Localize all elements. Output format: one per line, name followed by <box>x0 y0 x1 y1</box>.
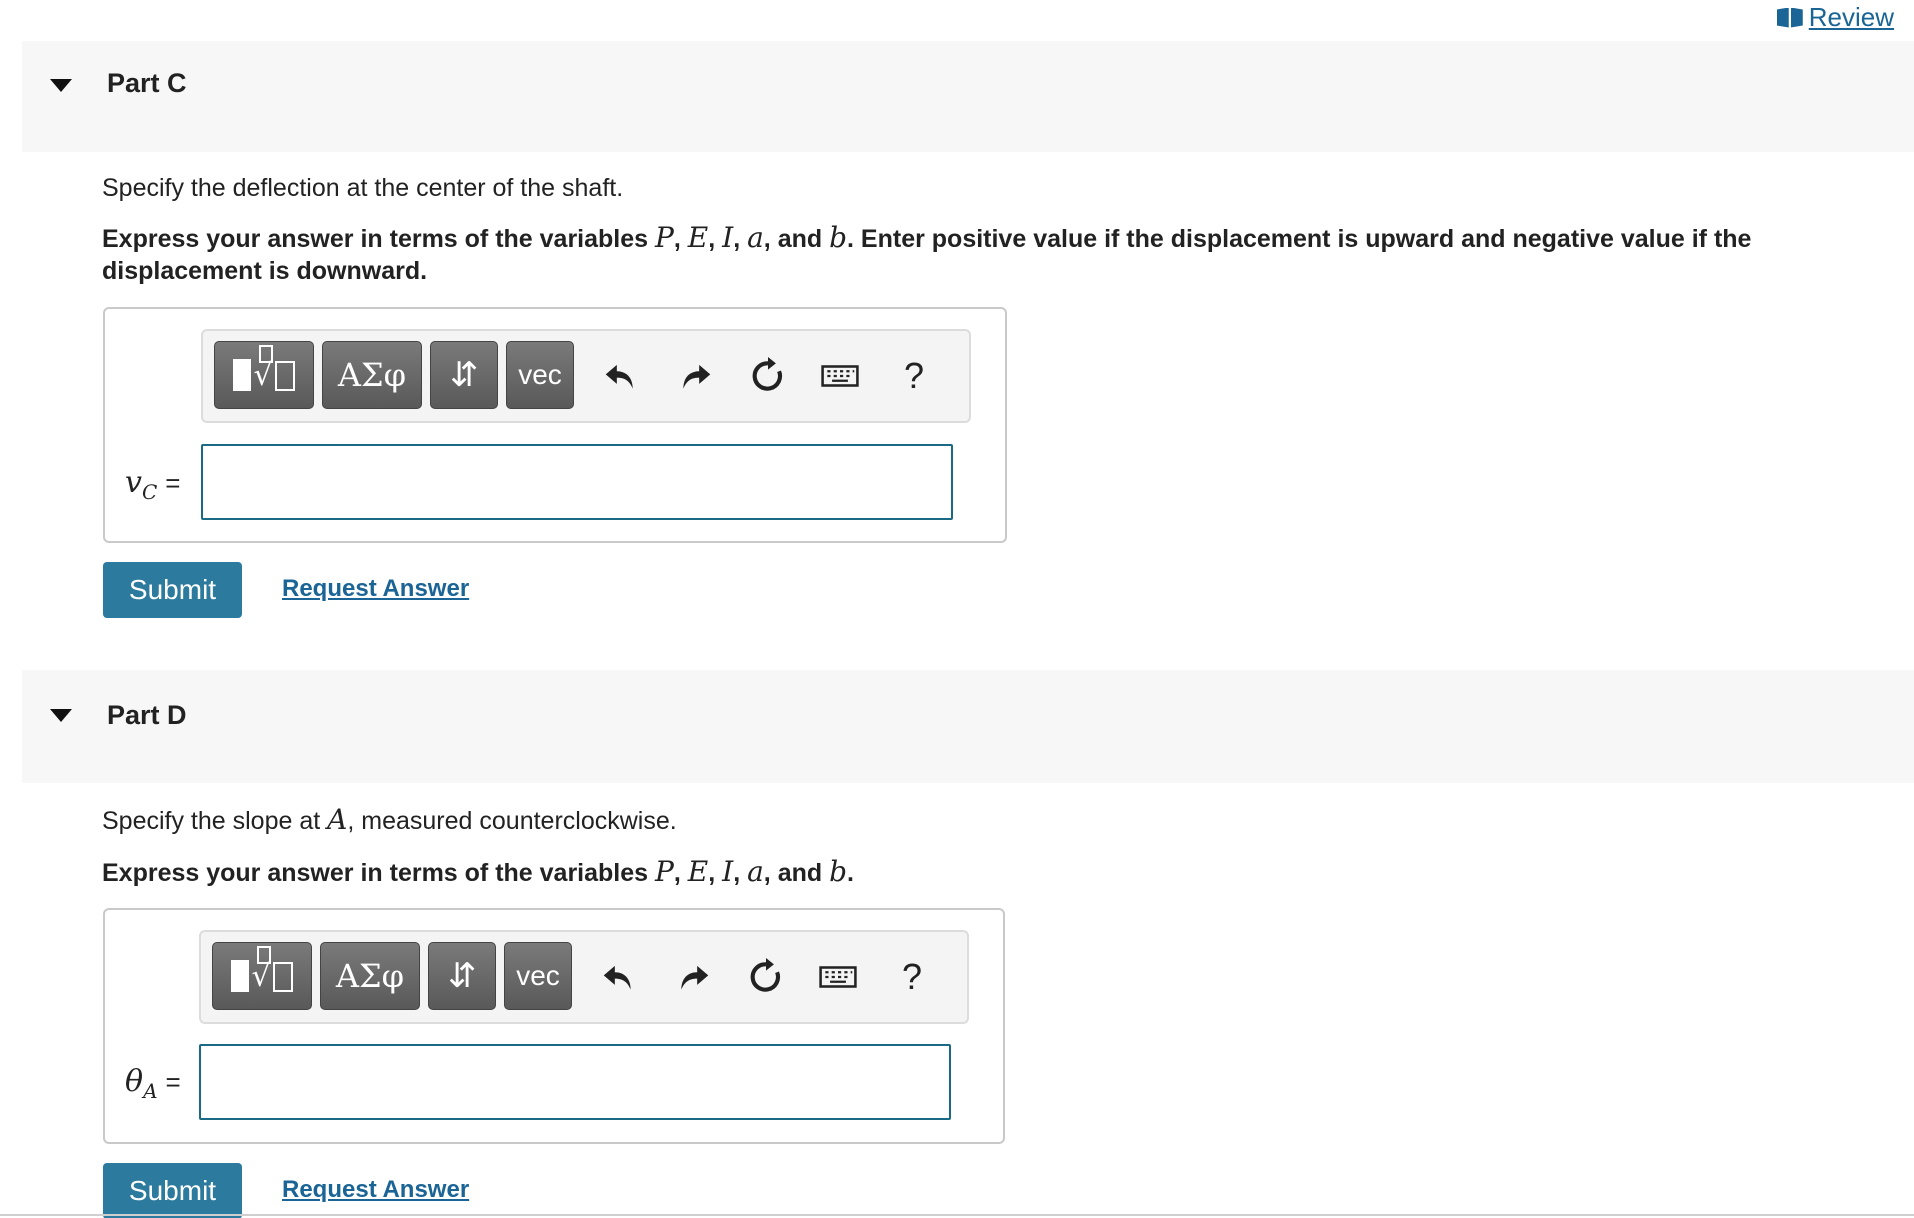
part-d-prompt: Specify the slope at A, measured counter… <box>102 803 677 836</box>
templates-icon: √ <box>231 946 293 992</box>
help-icon[interactable]: ? <box>887 952 937 1002</box>
review-label: Review <box>1808 2 1894 32</box>
part-d-math-toolbar: √ ΑΣφ ⇵ vec ? <box>199 930 969 1024</box>
part-c-submit-button[interactable]: Submit <box>103 562 242 618</box>
greek-symbols-button[interactable]: ΑΣφ <box>320 942 420 1010</box>
help-icon[interactable]: ? <box>889 351 939 401</box>
arrows-button[interactable]: ⇵ <box>428 942 496 1010</box>
part-c-title: Part C <box>107 68 187 98</box>
part-c-answer-box: √ ΑΣφ ⇵ vec ? vC = <box>103 307 1007 543</box>
part-d-instructions: Express your answer in terms of the vari… <box>102 855 854 888</box>
arrows-button[interactable]: ⇵ <box>430 341 498 409</box>
vec-button[interactable]: vec <box>506 341 574 409</box>
templates-icon: √ <box>233 345 295 391</box>
part-d-answer-box: √ ΑΣφ ⇵ vec ? θA = <box>103 908 1005 1144</box>
part-d-submit-button[interactable]: Submit <box>103 1163 242 1218</box>
part-c-request-answer-link[interactable]: Request Answer <box>282 575 469 603</box>
templates-button[interactable]: √ <box>214 341 314 409</box>
templates-button[interactable]: √ <box>212 942 312 1010</box>
redo-icon[interactable] <box>669 952 719 1002</box>
part-d-variable-label: θA = <box>125 1064 181 1103</box>
vec-button[interactable]: vec <box>504 942 572 1010</box>
part-d-answer-input[interactable] <box>199 1044 951 1120</box>
reset-icon[interactable] <box>743 351 793 401</box>
keyboard-icon[interactable] <box>815 351 865 401</box>
undo-icon[interactable] <box>595 351 645 401</box>
part-c-prompt: Specify the deflection at the center of … <box>102 174 624 202</box>
book-icon <box>1777 8 1803 28</box>
redo-icon[interactable] <box>671 351 721 401</box>
greek-symbols-button[interactable]: ΑΣφ <box>322 341 422 409</box>
review-link[interactable]: Review <box>1777 2 1894 33</box>
part-c-answer-input[interactable] <box>201 444 953 520</box>
keyboard-icon[interactable] <box>813 952 863 1002</box>
undo-icon[interactable] <box>593 952 643 1002</box>
part-c-caret-down-icon[interactable] <box>50 79 72 92</box>
reset-icon[interactable] <box>741 952 791 1002</box>
bottom-divider <box>0 1214 1914 1216</box>
part-c-instructions: Express your answer in terms of the vari… <box>102 221 1752 286</box>
part-d-request-answer-link[interactable]: Request Answer <box>282 1176 469 1204</box>
part-c-variable-label: vC = <box>125 465 181 504</box>
part-d-title: Part D <box>107 700 187 730</box>
part-d-header[interactable] <box>22 670 1914 783</box>
part-c-header[interactable] <box>22 41 1914 152</box>
part-d-caret-down-icon[interactable] <box>50 709 72 722</box>
part-c-math-toolbar: √ ΑΣφ ⇵ vec ? <box>201 329 971 423</box>
